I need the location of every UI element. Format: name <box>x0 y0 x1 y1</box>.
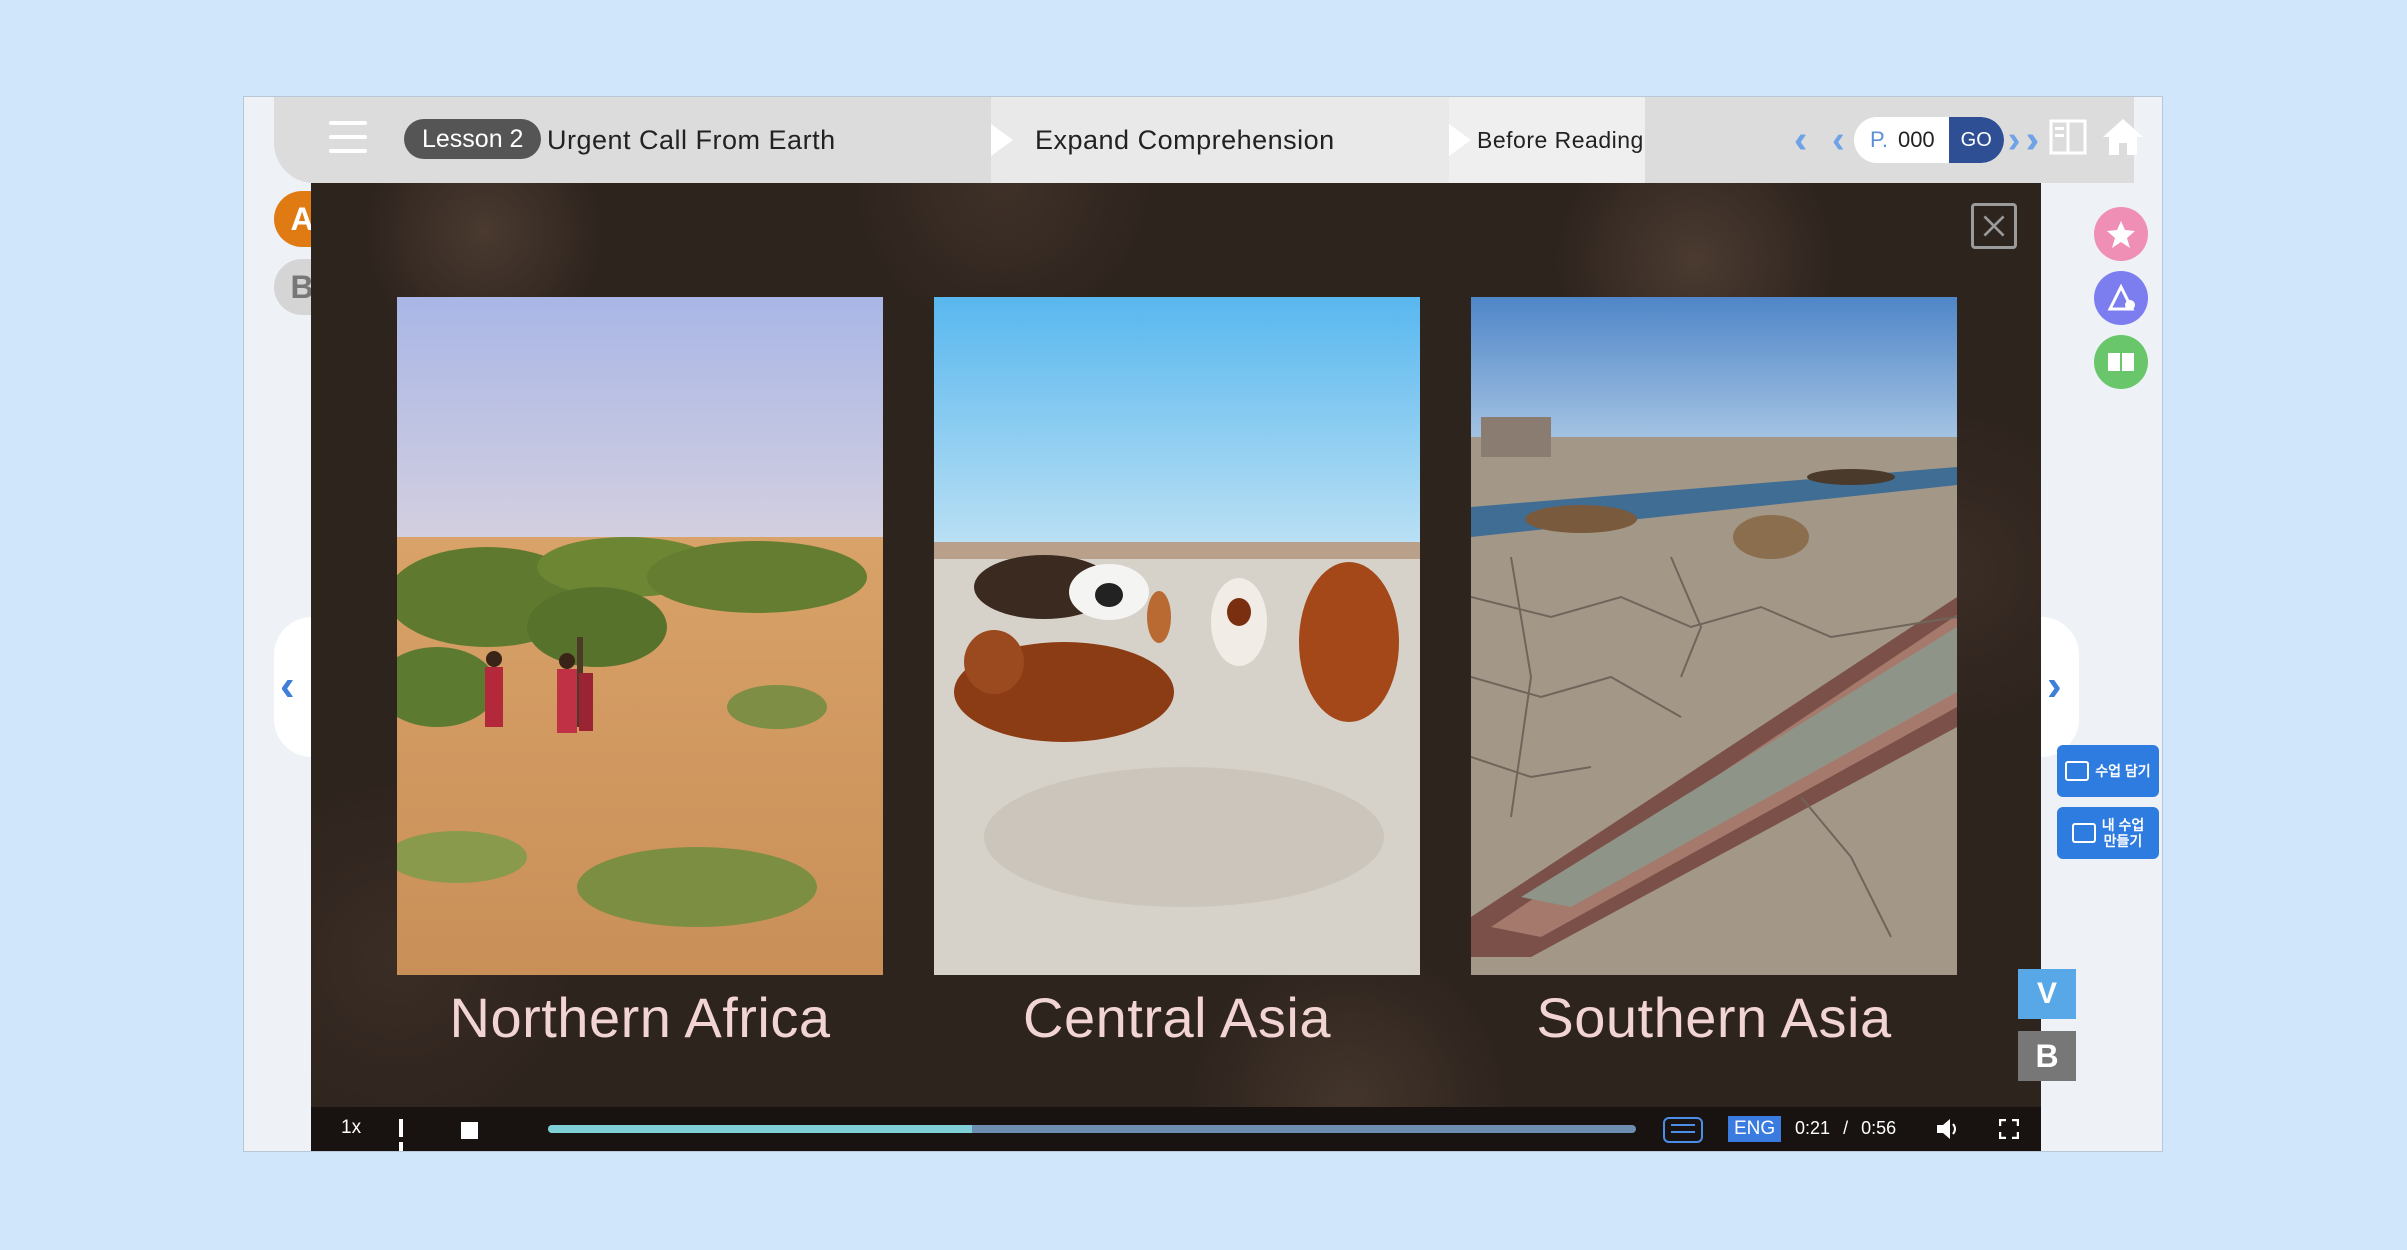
create-lesson-label: 내 수업 만들기 <box>2102 817 2145 849</box>
volume-icon[interactable] <box>1935 1117 1961 1141</box>
tools-icon[interactable] <box>2094 271 2148 325</box>
progress-bar[interactable] <box>548 1125 1636 1133</box>
breadcrumb-label: Expand Comprehension <box>1035 124 1335 155</box>
page-input[interactable]: 000 <box>1888 127 1949 153</box>
current-time: 0:21 <box>1795 1118 1831 1138</box>
folder-icon <box>2065 761 2090 781</box>
slide-caption: Southern Asia <box>1536 986 1892 1049</box>
video-player[interactable]: Northern Africa Central Asia Southern As… <box>311 183 2041 1151</box>
breadcrumb-expand-comprehension[interactable]: Expand Comprehension <box>991 97 1449 183</box>
language-button[interactable]: ENG <box>1728 1116 1782 1142</box>
photo-central-asia <box>934 297 1420 975</box>
lesson-title: Urgent Call From Earth <box>547 125 836 155</box>
top-bar: Lesson 2 Urgent Call From Earth Expand C… <box>274 97 2143 183</box>
pause-icon[interactable] <box>399 1119 413 1151</box>
breadcrumb-arrow-icon <box>1449 124 1471 156</box>
chevron-left-icon: ‹ <box>280 661 295 710</box>
stop-icon[interactable] <box>461 1122 478 1139</box>
photo-southern-asia <box>1471 297 1957 975</box>
chevron-right-icon: › <box>2047 661 2062 710</box>
progress-fill <box>548 1125 973 1133</box>
time-display: 0:21 / 0:56 <box>1795 1118 1896 1139</box>
home-icon[interactable] <box>2101 115 2145 159</box>
breadcrumb-arrow-icon <box>991 124 1013 156</box>
prev-page-icon[interactable]: ‹ <box>1832 119 1850 162</box>
next-page-icon[interactable]: › <box>2008 119 2026 162</box>
time-separator: / <box>1843 1118 1849 1138</box>
card-icon <box>2071 823 2096 843</box>
save-lesson-label: 수업 담기 <box>2095 763 2151 779</box>
book-icon[interactable] <box>2049 117 2087 157</box>
go-button[interactable]: GO <box>1948 117 2004 163</box>
create-lesson-label-line1: 내 수업 <box>2101 817 2145 833</box>
next-slide-button[interactable]: › <box>2041 617 2079 757</box>
playback-speed-button[interactable]: 1x <box>341 1117 361 1139</box>
breadcrumb-before-reading[interactable]: Before Reading <box>1449 97 1645 183</box>
close-icon[interactable] <box>1971 203 2017 249</box>
slide-caption: Northern Africa <box>449 986 831 1049</box>
lesson-badge: Lesson 2 <box>404 119 542 159</box>
captions-icon[interactable] <box>1663 1117 1703 1143</box>
first-page-icon[interactable]: ‹‹ <box>1794 119 1832 162</box>
create-lesson-button[interactable]: 내 수업 만들기 <box>2057 807 2159 859</box>
prev-slide-button[interactable]: ‹ <box>274 617 312 757</box>
menu-icon[interactable] <box>329 121 367 157</box>
page-navigator: ‹‹ ‹ P. 000 GO › ›› <box>1794 115 2064 165</box>
duration: 0:56 <box>1861 1118 1897 1138</box>
slide-caption: Central Asia <box>1023 986 1331 1049</box>
photo-northern-africa <box>397 297 883 975</box>
fullscreen-icon[interactable] <box>1999 1119 2019 1139</box>
v-button[interactable]: V <box>2018 969 2076 1019</box>
page-prefix: P. <box>1870 127 1888 152</box>
textbook-icon[interactable] <box>2094 335 2148 389</box>
star-icon[interactable] <box>2094 207 2148 261</box>
create-lesson-label-line2: 만들기 <box>2103 833 2143 849</box>
b-button[interactable]: B <box>2018 1031 2076 1081</box>
lesson-viewer: Lesson 2 Urgent Call From Earth Expand C… <box>243 96 2163 1152</box>
breadcrumb-label: Before Reading <box>1477 126 1644 153</box>
player-controls: 1x ENG 0:21 / 0:56 <box>311 1107 2041 1151</box>
save-lesson-button[interactable]: 수업 담기 <box>2057 745 2159 797</box>
page-input-group: P. 000 GO <box>1854 117 2004 163</box>
